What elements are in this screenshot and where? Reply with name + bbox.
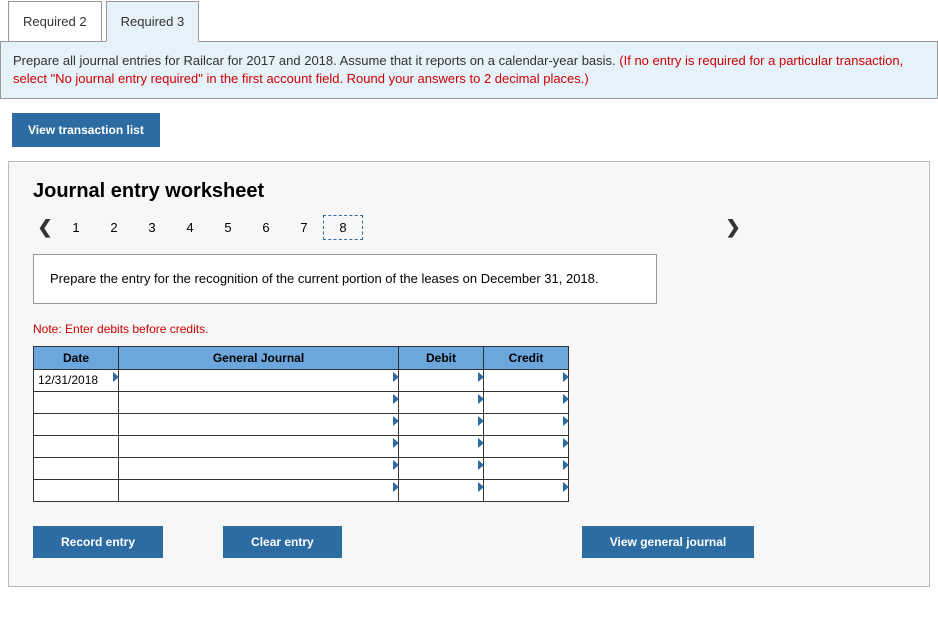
step-3[interactable]: 3 <box>133 216 171 239</box>
step-6[interactable]: 6 <box>247 216 285 239</box>
dropdown-icon[interactable] <box>563 438 569 448</box>
header-debit: Debit <box>399 346 484 369</box>
gj-cell[interactable] <box>119 435 399 457</box>
header-general-journal: General Journal <box>119 346 399 369</box>
journal-table: Date General Journal Debit Credit 12/31/… <box>33 346 569 502</box>
debit-cell[interactable] <box>399 413 484 435</box>
debit-cell[interactable] <box>399 369 484 391</box>
date-cell[interactable] <box>34 413 119 435</box>
date-cell[interactable] <box>34 391 119 413</box>
view-general-journal-button[interactable]: View general journal <box>582 526 754 558</box>
table-row <box>34 435 569 457</box>
date-cell[interactable] <box>34 435 119 457</box>
date-cell[interactable] <box>34 479 119 501</box>
dropdown-icon[interactable] <box>563 460 569 470</box>
step-8[interactable]: 8 <box>323 215 363 240</box>
credit-cell[interactable] <box>484 391 569 413</box>
tab-strip: Required 2 Required 3 <box>0 0 938 41</box>
step-5[interactable]: 5 <box>209 216 247 239</box>
dropdown-icon[interactable] <box>563 416 569 426</box>
step-1[interactable]: 1 <box>57 216 95 239</box>
gj-cell[interactable] <box>119 457 399 479</box>
gj-cell[interactable] <box>119 391 399 413</box>
chevron-right-icon[interactable]: ❯ <box>721 217 745 238</box>
table-row <box>34 391 569 413</box>
credit-cell[interactable] <box>484 457 569 479</box>
tab-required-3[interactable]: Required 3 <box>106 1 200 42</box>
credit-cell[interactable] <box>484 413 569 435</box>
credit-cell[interactable] <box>484 369 569 391</box>
date-cell[interactable]: 12/31/2018 <box>34 369 119 391</box>
chevron-left-icon[interactable]: ❮ <box>33 217 57 238</box>
table-row <box>34 479 569 501</box>
gj-cell[interactable] <box>119 479 399 501</box>
view-transaction-list-button[interactable]: View transaction list <box>12 113 160 147</box>
credit-cell[interactable] <box>484 435 569 457</box>
step-7[interactable]: 7 <box>285 216 323 239</box>
debits-credits-note: Note: Enter debits before credits. <box>33 322 905 336</box>
debit-cell[interactable] <box>399 391 484 413</box>
record-entry-button[interactable]: Record entry <box>33 526 163 558</box>
journal-worksheet: Journal entry worksheet ❮ 1 2 3 4 5 6 7 … <box>8 161 930 587</box>
dropdown-icon[interactable] <box>563 482 569 492</box>
credit-cell[interactable] <box>484 479 569 501</box>
entry-prompt: Prepare the entry for the recognition of… <box>33 254 657 304</box>
step-2[interactable]: 2 <box>95 216 133 239</box>
clear-entry-button[interactable]: Clear entry <box>223 526 342 558</box>
date-cell[interactable] <box>34 457 119 479</box>
table-row <box>34 413 569 435</box>
table-row <box>34 457 569 479</box>
step-nav: ❮ 1 2 3 4 5 6 7 8 ❯ <box>33 215 905 240</box>
dropdown-icon[interactable] <box>563 394 569 404</box>
instruction-text: Prepare all journal entries for Railcar … <box>13 53 619 68</box>
debit-cell[interactable] <box>399 457 484 479</box>
gj-cell[interactable] <box>119 369 399 391</box>
header-date: Date <box>34 346 119 369</box>
table-row: 12/31/2018 <box>34 369 569 391</box>
app-container: Required 2 Required 3 Prepare all journa… <box>0 0 938 587</box>
table-header-row: Date General Journal Debit Credit <box>34 346 569 369</box>
debit-cell[interactable] <box>399 435 484 457</box>
worksheet-title: Journal entry worksheet <box>33 180 905 203</box>
action-row: Record entry Clear entry View general jo… <box>33 526 905 558</box>
tab-required-2[interactable]: Required 2 <box>8 1 102 42</box>
gj-cell[interactable] <box>119 413 399 435</box>
header-credit: Credit <box>484 346 569 369</box>
dropdown-icon[interactable] <box>563 372 569 382</box>
step-4[interactable]: 4 <box>171 216 209 239</box>
instruction-panel: Prepare all journal entries for Railcar … <box>0 41 938 99</box>
debit-cell[interactable] <box>399 479 484 501</box>
